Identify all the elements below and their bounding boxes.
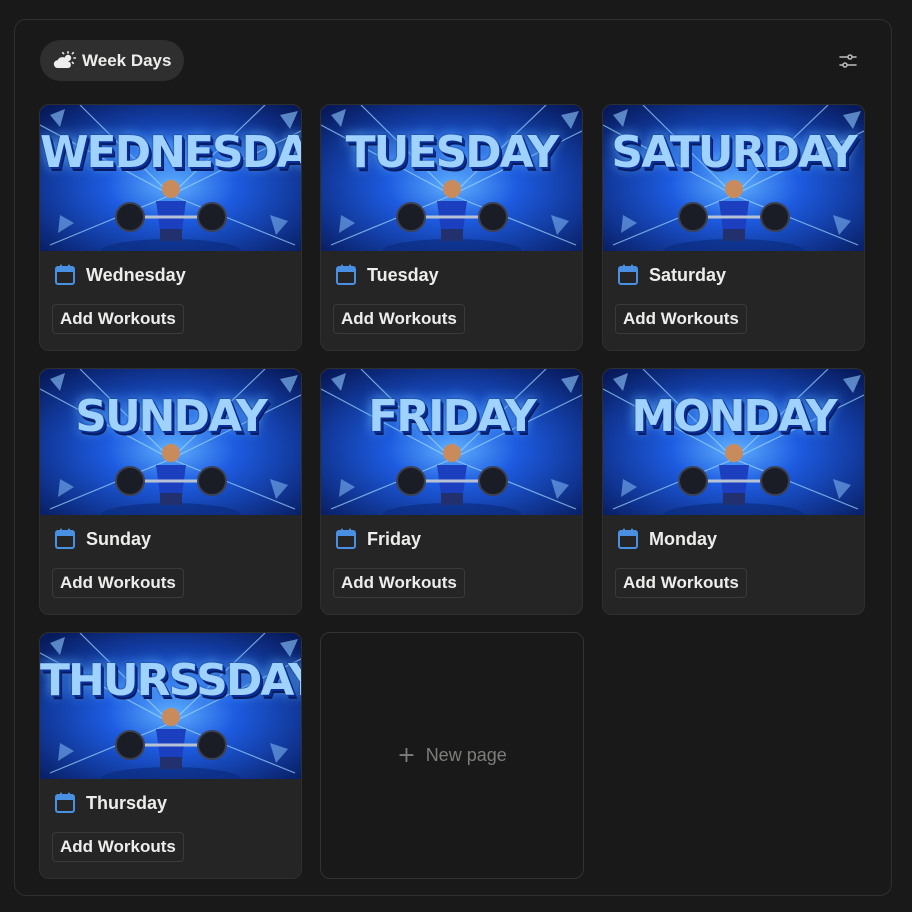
- card-title: Monday: [649, 528, 718, 549]
- new-page-label: New page: [425, 745, 507, 765]
- card-tuesday[interactable]: TUESDAY Tuesday Add Workouts: [320, 104, 583, 351]
- add-workouts-button[interactable]: Add Workouts: [52, 304, 184, 334]
- cover-image: SATURDAY: [603, 105, 864, 251]
- cover-title: SATURDAY: [611, 127, 857, 178]
- card-title-row: Tuesday: [335, 264, 439, 286]
- calendar-icon: [54, 792, 76, 814]
- card-title-row: Sunday: [54, 528, 151, 550]
- card-title: Tuesday: [367, 264, 439, 285]
- card-title: Thursday: [86, 792, 168, 813]
- plus-icon: +: [397, 743, 416, 768]
- card-sunday[interactable]: SUNDAY Sunday Add Workouts: [39, 368, 302, 615]
- card-title-row: Wednesday: [54, 264, 186, 286]
- card-title: Saturday: [649, 264, 727, 285]
- add-workouts-button[interactable]: Add Workouts: [615, 304, 747, 334]
- calendar-icon: [617, 528, 639, 550]
- card-title: Wednesday: [86, 264, 186, 285]
- add-workouts-button[interactable]: Add Workouts: [52, 832, 184, 862]
- cover-title: FRIDAY: [368, 391, 537, 442]
- cover-title: SUNDAY: [75, 391, 267, 442]
- cover-image: TUESDAY: [321, 105, 582, 251]
- card-title-row: Saturday: [617, 264, 726, 286]
- card-thursday[interactable]: THURSSDAY Thursday Add Workouts: [39, 632, 302, 879]
- calendar-icon: [617, 264, 639, 286]
- cover-title: MONDAY: [631, 391, 837, 442]
- cover-image: FRIDAY: [321, 369, 582, 515]
- cover-image: SUNDAY: [40, 369, 301, 515]
- add-workouts-button[interactable]: Add Workouts: [333, 304, 465, 334]
- card-title-row: Friday: [335, 528, 421, 550]
- sliders-icon: [839, 53, 857, 69]
- add-workouts-button[interactable]: Add Workouts: [333, 568, 465, 598]
- card-title-row: Thursday: [54, 792, 167, 814]
- cover-image: THURSSDAY: [40, 633, 301, 779]
- calendar-icon: [335, 528, 357, 550]
- new-page-button[interactable]: + New page: [320, 632, 584, 879]
- calendar-icon: [335, 264, 357, 286]
- cover-title: TUESDAY: [345, 127, 560, 178]
- card-title: Sunday: [86, 528, 152, 549]
- card-title: Friday: [367, 528, 422, 549]
- view-tab-week-days[interactable]: Week Days: [40, 40, 184, 81]
- card-saturday[interactable]: SATURDAY Saturday Add Workouts: [602, 104, 865, 351]
- calendar-icon: [54, 264, 76, 286]
- card-title-row: Monday: [617, 528, 717, 550]
- view-tab-label: Week Days: [82, 50, 172, 70]
- card-friday[interactable]: FRIDAY Friday Add Workouts: [320, 368, 583, 615]
- cover-title: WEDNESDAY: [40, 127, 301, 178]
- cloud-sun-icon: [53, 50, 77, 71]
- card-monday[interactable]: MONDAY Monday Add Workouts: [602, 368, 865, 615]
- card-wednesday[interactable]: WEDNESDAY Wednesday Add Workouts: [39, 104, 302, 351]
- cover-title: THURSSDAY: [40, 655, 301, 706]
- add-workouts-button[interactable]: Add Workouts: [52, 568, 184, 598]
- filter-button[interactable]: [834, 48, 862, 74]
- cover-image: MONDAY: [603, 369, 864, 515]
- calendar-icon: [54, 528, 76, 550]
- add-workouts-button[interactable]: Add Workouts: [615, 568, 747, 598]
- cover-image: WEDNESDAY: [40, 105, 301, 251]
